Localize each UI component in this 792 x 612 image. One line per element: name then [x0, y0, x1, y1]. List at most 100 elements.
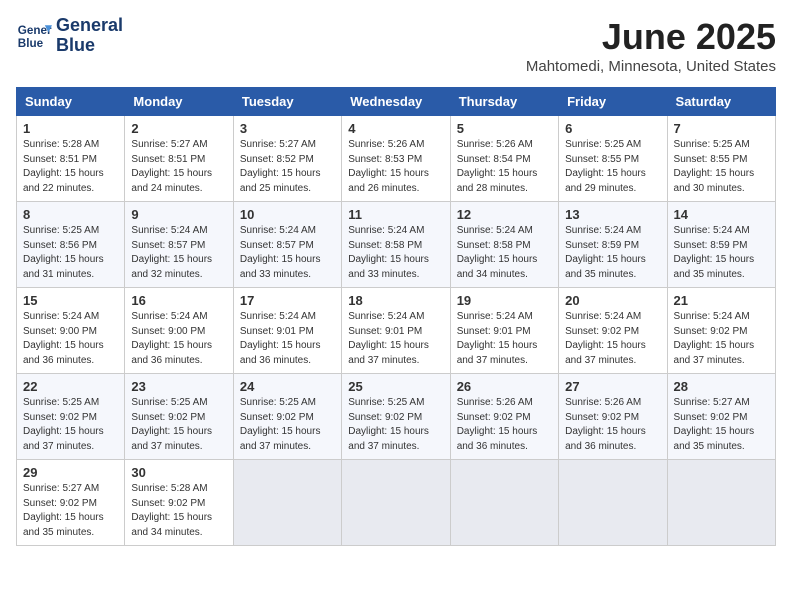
calendar-cell: 10Sunrise: 5:24 AM Sunset: 8:57 PM Dayli… [233, 202, 341, 288]
day-number: 27 [565, 379, 660, 394]
logo-line1: General [56, 16, 123, 36]
day-info: Sunrise: 5:25 AM Sunset: 9:02 PM Dayligh… [240, 396, 335, 454]
day-number: 17 [240, 293, 335, 308]
calendar-cell [233, 460, 341, 546]
calendar-cell: 13 Sunrise: 5:24 AM Sunset: 8:59 PM Dayli… [559, 202, 667, 288]
day-number: 8 [23, 207, 118, 222]
calendar-cell: 15 Sunrise: 5:24 AM Sunset: 9:00 PM Dayli… [17, 288, 125, 374]
day-number: 1 [23, 121, 118, 136]
weekday-header-thursday: Thursday [450, 88, 558, 116]
day-info: Sunrise: 5:24 AM Sunset: 9:02 PM Dayligh… [674, 310, 769, 368]
day-info: Sunrise: 5:24 AM Sunset: 8:58 PM Dayligh… [457, 224, 552, 282]
day-number: 23 [131, 379, 226, 394]
day-number: 4 [348, 121, 443, 136]
day-info: Sunrise: 5:28 AM Sunset: 9:02 PM Dayligh… [131, 482, 226, 540]
calendar-cell: 19Sunrise: 5:24 AM Sunset: 9:01 PM Dayli… [450, 288, 558, 374]
weekday-header-monday: Monday [125, 88, 233, 116]
day-info: Sunrise: 5:24 AM Sunset: 9:02 PM Dayligh… [565, 310, 660, 368]
calendar-cell: 20 Sunrise: 5:24 AM Sunset: 9:02 PM Dayli… [559, 288, 667, 374]
day-number: 13 [565, 207, 660, 222]
week-row-2: 8 Sunrise: 5:25 AM Sunset: 8:56 PM Daylig… [17, 202, 776, 288]
day-info: Sunrise: 5:25 AM Sunset: 9:02 PM Dayligh… [23, 396, 118, 454]
day-number: 2 [131, 121, 226, 136]
day-info: Sunrise: 5:27 AM Sunset: 9:02 PM Dayligh… [23, 482, 118, 540]
calendar-cell: 12 Sunrise: 5:24 AM Sunset: 8:58 PM Dayli… [450, 202, 558, 288]
calendar-cell: 6Sunrise: 5:25 AM Sunset: 8:55 PM Daylig… [559, 116, 667, 202]
calendar-cell: 16 Sunrise: 5:24 AM Sunset: 9:00 PM Dayli… [125, 288, 233, 374]
calendar-cell: 5 Sunrise: 5:26 AM Sunset: 8:54 PM Daylig… [450, 116, 558, 202]
weekday-header-saturday: Saturday [667, 88, 775, 116]
day-number: 24 [240, 379, 335, 394]
calendar-cell: 8 Sunrise: 5:25 AM Sunset: 8:56 PM Daylig… [17, 202, 125, 288]
calendar-cell: 26 Sunrise: 5:26 AM Sunset: 9:02 PM Dayli… [450, 374, 558, 460]
day-info: Sunrise: 5:26 AM Sunset: 9:02 PM Dayligh… [457, 396, 552, 454]
svg-text:Blue: Blue [18, 37, 44, 50]
day-number: 11 [348, 207, 443, 222]
day-number: 16 [131, 293, 226, 308]
calendar-cell: 21Sunrise: 5:24 AM Sunset: 9:02 PM Dayli… [667, 288, 775, 374]
day-info: Sunrise: 5:27 AM Sunset: 8:52 PM Dayligh… [240, 138, 335, 196]
calendar-cell: 17Sunrise: 5:24 AM Sunset: 9:01 PM Dayli… [233, 288, 341, 374]
week-row-4: 22Sunrise: 5:25 AM Sunset: 9:02 PM Dayli… [17, 374, 776, 460]
calendar-cell: 24 Sunrise: 5:25 AM Sunset: 9:02 PM Dayli… [233, 374, 341, 460]
day-info: Sunrise: 5:28 AM Sunset: 8:51 PM Dayligh… [23, 138, 118, 196]
day-number: 12 [457, 207, 552, 222]
calendar-body: 1 Sunrise: 5:28 AM Sunset: 8:51 PM Daylig… [17, 116, 776, 546]
calendar-cell: 25 Sunrise: 5:25 AM Sunset: 9:02 PM Dayli… [342, 374, 450, 460]
calendar-cell: 27 Sunrise: 5:26 AM Sunset: 9:02 PM Dayli… [559, 374, 667, 460]
calendar-cell: 1 Sunrise: 5:28 AM Sunset: 8:51 PM Daylig… [17, 116, 125, 202]
day-info: Sunrise: 5:26 AM Sunset: 9:02 PM Dayligh… [565, 396, 660, 454]
calendar-cell [559, 460, 667, 546]
calendar-cell: 30 Sunrise: 5:28 AM Sunset: 9:02 PM Dayli… [125, 460, 233, 546]
day-number: 14 [674, 207, 769, 222]
day-number: 5 [457, 121, 552, 136]
day-info: Sunrise: 5:25 AM Sunset: 8:56 PM Dayligh… [23, 224, 118, 282]
day-number: 29 [23, 465, 118, 480]
day-info: Sunrise: 5:26 AM Sunset: 8:54 PM Dayligh… [457, 138, 552, 196]
day-info: Sunrise: 5:27 AM Sunset: 9:02 PM Dayligh… [674, 396, 769, 454]
week-row-3: 15 Sunrise: 5:24 AM Sunset: 9:00 PM Dayli… [17, 288, 776, 374]
day-number: 26 [457, 379, 552, 394]
day-info: Sunrise: 5:24 AM Sunset: 9:00 PM Dayligh… [23, 310, 118, 368]
title-area: June 2025 Mahtomedi, Minnesota, United S… [526, 16, 776, 75]
location-title: Mahtomedi, Minnesota, United States [526, 58, 776, 75]
day-info: Sunrise: 5:24 AM Sunset: 8:59 PM Dayligh… [674, 224, 769, 282]
calendar-cell: 2Sunrise: 5:27 AM Sunset: 8:51 PM Daylig… [125, 116, 233, 202]
day-info: Sunrise: 5:25 AM Sunset: 9:02 PM Dayligh… [348, 396, 443, 454]
day-number: 10 [240, 207, 335, 222]
day-info: Sunrise: 5:24 AM Sunset: 8:59 PM Dayligh… [565, 224, 660, 282]
day-number: 6 [565, 121, 660, 136]
weekday-header-tuesday: Tuesday [233, 88, 341, 116]
day-number: 15 [23, 293, 118, 308]
day-info: Sunrise: 5:24 AM Sunset: 9:00 PM Dayligh… [131, 310, 226, 368]
weekday-header-sunday: Sunday [17, 88, 125, 116]
calendar-cell: 3 Sunrise: 5:27 AM Sunset: 8:52 PM Daylig… [233, 116, 341, 202]
weekday-header-wednesday: Wednesday [342, 88, 450, 116]
day-info: Sunrise: 5:24 AM Sunset: 8:57 PM Dayligh… [131, 224, 226, 282]
day-number: 7 [674, 121, 769, 136]
calendar-cell [342, 460, 450, 546]
calendar-cell: 23 Sunrise: 5:25 AM Sunset: 9:02 PM Dayli… [125, 374, 233, 460]
calendar-cell: 14 Sunrise: 5:24 AM Sunset: 8:59 PM Dayli… [667, 202, 775, 288]
day-number: 28 [674, 379, 769, 394]
calendar-cell: 7Sunrise: 5:25 AM Sunset: 8:55 PM Daylig… [667, 116, 775, 202]
day-number: 30 [131, 465, 226, 480]
calendar-cell [450, 460, 558, 546]
calendar-cell: 22Sunrise: 5:25 AM Sunset: 9:02 PM Dayli… [17, 374, 125, 460]
day-number: 20 [565, 293, 660, 308]
weekday-header-friday: Friday [559, 88, 667, 116]
day-number: 18 [348, 293, 443, 308]
logo-line2: Blue [56, 36, 123, 56]
day-number: 3 [240, 121, 335, 136]
day-info: Sunrise: 5:25 AM Sunset: 9:02 PM Dayligh… [131, 396, 226, 454]
day-number: 9 [131, 207, 226, 222]
month-title: June 2025 [526, 16, 776, 58]
week-row-5: 29 Sunrise: 5:27 AM Sunset: 9:02 PM Dayli… [17, 460, 776, 546]
day-info: Sunrise: 5:24 AM Sunset: 8:58 PM Dayligh… [348, 224, 443, 282]
calendar-cell: 29 Sunrise: 5:27 AM Sunset: 9:02 PM Dayli… [17, 460, 125, 546]
day-number: 19 [457, 293, 552, 308]
day-info: Sunrise: 5:24 AM Sunset: 9:01 PM Dayligh… [348, 310, 443, 368]
header: General Blue General Blue June 2025 Maht… [16, 16, 776, 75]
day-number: 25 [348, 379, 443, 394]
calendar-cell: 28 Sunrise: 5:27 AM Sunset: 9:02 PM Dayli… [667, 374, 775, 460]
